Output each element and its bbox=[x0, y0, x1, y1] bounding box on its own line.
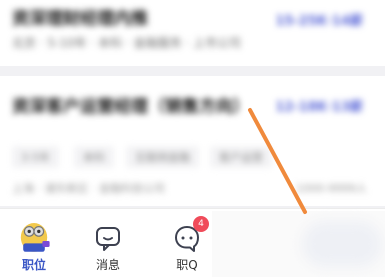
job-subtitle: 北京 · 5-10年 · 本科 · 金融服务 · 上市公司 bbox=[12, 36, 242, 50]
tab-jobs[interactable]: 职位 bbox=[2, 209, 66, 277]
company-size: 1000-9999人 bbox=[296, 182, 367, 195]
job-salary: 15-25K·14薪 bbox=[275, 14, 363, 29]
tab-zhiq[interactable]: 4 职Q bbox=[155, 209, 219, 277]
tab-label: 职位 bbox=[21, 258, 46, 272]
job-tag: 互联网金融 bbox=[126, 146, 199, 168]
job-tag: 3-5年 bbox=[12, 146, 59, 168]
mascot-icon bbox=[20, 223, 50, 252]
tab-label: 消息 bbox=[95, 258, 120, 272]
highlight-area bbox=[212, 211, 385, 277]
tab-label: 职Q bbox=[176, 258, 198, 272]
q-bubble-wrap: 4 bbox=[172, 216, 209, 253]
job-tag: 本科 bbox=[74, 146, 114, 168]
job-salary: 12-18K·13薪 bbox=[275, 100, 363, 115]
tab-messages[interactable]: 消息 bbox=[76, 209, 140, 277]
chat-bubble-icon bbox=[96, 227, 120, 251]
blurred-element bbox=[302, 221, 382, 267]
job-card-2[interactable]: 资深客户运营经理（销售方向） 12-18K·13薪 3-5年 本科 互联网金融 … bbox=[0, 76, 385, 206]
job-card-1[interactable]: 资深理财经理内推 15-25K·14薪 北京 · 5-10年 · 本科 · 金融… bbox=[0, 0, 385, 66]
job-title: 资深客户运营经理（销售方向） bbox=[12, 97, 250, 117]
job-tag: 客户运营 bbox=[210, 146, 272, 168]
job-title: 资深理财经理内推 bbox=[12, 9, 148, 29]
notification-badge: 4 bbox=[193, 216, 209, 232]
job-location: 上海 · 浦东新区 · 金融科技公司 bbox=[12, 182, 165, 195]
